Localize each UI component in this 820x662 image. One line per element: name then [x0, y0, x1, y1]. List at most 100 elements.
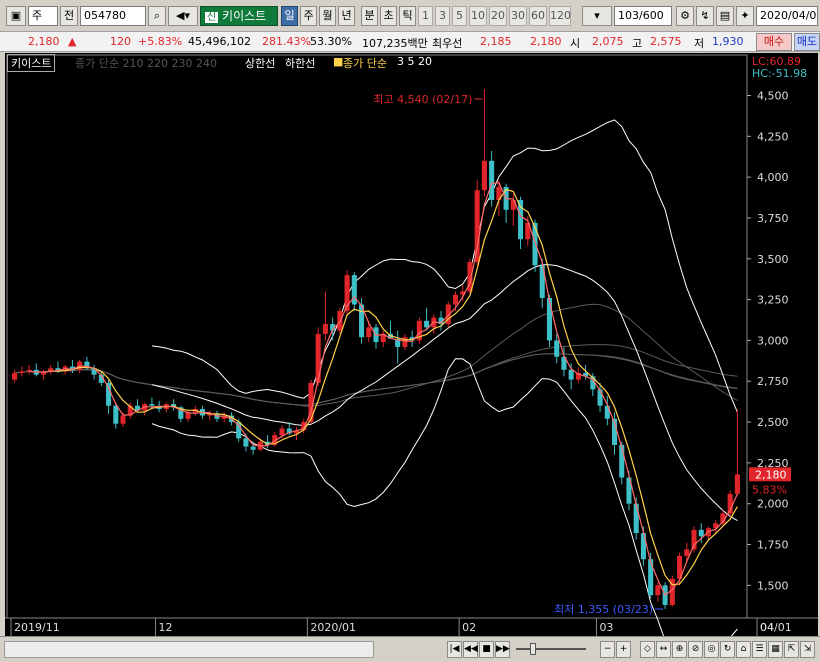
current-price: 2,180: [28, 35, 60, 48]
legend-lower[interactable]: 하한선: [285, 55, 315, 71]
new-badge: 신: [205, 12, 219, 23]
best-ask-label: 최우선: [432, 37, 463, 50]
y-tick-label-2: 2,000: [757, 498, 789, 511]
hc-label: HC:-51.98: [752, 67, 807, 80]
period-tab-0[interactable]: 일: [281, 6, 298, 26]
period-tab-1[interactable]: 주: [300, 6, 317, 26]
legend-ma-square-icon: ■: [333, 55, 344, 68]
scroll-prev-icon[interactable]: ◀◀: [463, 641, 478, 658]
price-chart[interactable]: 1,500 1,750 2,000 2,250 2,500 2,750 3,000 3,250…: [5, 53, 818, 636]
candle-body-95: [698, 529, 704, 537]
quote-bar: 2,180 ▲ 120 +5.83% 45,496,102 281.43% 53…: [0, 32, 820, 52]
candle-body-81: [597, 389, 603, 406]
x-tick-label-2: 2020/01: [310, 621, 356, 634]
volume-ratio: 281.43%: [262, 35, 311, 48]
buy-button[interactable]: 매수: [756, 33, 792, 51]
market-type-select[interactable]: 주: [28, 6, 58, 26]
y-tick-label-9: 3,750: [757, 212, 789, 225]
date-field[interactable]: 2020/04/01: [756, 6, 818, 26]
legend-upper[interactable]: 상한선: [245, 55, 275, 71]
zoom-out-icon[interactable]: −: [600, 641, 615, 658]
zoom-slider-handle[interactable]: [530, 643, 536, 655]
legend-ma[interactable]: 종가 단순: [343, 55, 387, 71]
candle-body-49: [366, 327, 372, 338]
tool-i-icon[interactable]: ▦: [768, 641, 783, 658]
candle-body-15: [120, 415, 126, 424]
candle-body-54: [402, 337, 408, 347]
volume: 45,496,102: [188, 35, 251, 48]
tool-b-icon[interactable]: ↔: [656, 641, 671, 658]
tool-g-icon[interactable]: ⌂: [736, 641, 751, 658]
trade-amount: 107,235백만: [362, 37, 428, 50]
period-tab-3[interactable]: 년: [338, 6, 355, 26]
long-ma-line-0: [14, 303, 738, 407]
scroll-next-icon[interactable]: ▶▶: [495, 641, 510, 658]
grid-settings-icon[interactable]: ⚙: [676, 6, 694, 26]
candle-body-65: [481, 160, 487, 191]
interval-button-2[interactable]: 5: [452, 6, 467, 26]
candle-body-43: [322, 324, 328, 334]
y-tick-label-0: 1,500: [757, 579, 789, 592]
interval-button-1[interactable]: 3: [435, 6, 450, 26]
stock-code-input[interactable]: 054780: [80, 6, 146, 26]
interval-dropdown[interactable]: ▾: [582, 6, 612, 26]
prefix-button[interactable]: 전: [60, 6, 78, 26]
save-icon[interactable]: ▤: [716, 6, 734, 26]
tool-a-icon[interactable]: ◇: [640, 641, 655, 658]
candle-body-47: [351, 275, 357, 305]
tool-c-icon[interactable]: ⊕: [672, 641, 687, 658]
candle-body-13: [106, 382, 112, 406]
tool-e-icon[interactable]: ◎: [704, 641, 719, 658]
horizontal-scrollbar[interactable]: [4, 641, 374, 658]
candle-body-88: [648, 559, 654, 596]
sell-button[interactable]: 매도: [794, 33, 820, 51]
period-tab-5[interactable]: 초: [380, 6, 397, 26]
candle-body-77: [568, 369, 574, 380]
interval-button-5[interactable]: 30: [509, 6, 527, 26]
y-tick-label-1: 1,750: [757, 539, 789, 552]
sound-icon[interactable]: ◀▾: [168, 6, 198, 26]
scroll-first-icon[interactable]: |◀: [447, 641, 462, 658]
interval-button-6[interactable]: 60: [529, 6, 547, 26]
count-field[interactable]: 103/600: [614, 6, 672, 26]
zoom-in-icon[interactable]: +: [616, 641, 631, 658]
zoom-slider[interactable]: [516, 648, 586, 650]
price-change: 120: [110, 35, 131, 48]
legend-stock[interactable]: 키이스트: [7, 54, 56, 72]
candle-body-1: [19, 371, 25, 374]
y-tick-label-8: 3,500: [757, 253, 789, 266]
legend-bollinger[interactable]: 종가 단순 210 220 230 240: [75, 55, 217, 71]
high-price: 2,575: [650, 35, 682, 48]
period-tab-2[interactable]: 월: [319, 6, 336, 26]
low-label: 저: [694, 37, 705, 50]
y-tick-label-7: 3,250: [757, 294, 789, 307]
candle-body-32: [243, 438, 249, 447]
interval-button-7[interactable]: 120: [549, 6, 571, 26]
long-ma-line-3: [14, 353, 738, 406]
interval-button-3[interactable]: 10: [469, 6, 487, 26]
candle-body-42: [315, 333, 321, 383]
open-label: 시: [570, 37, 581, 50]
period-tab-4[interactable]: 분: [361, 6, 378, 26]
tool-f-icon[interactable]: ↻: [720, 641, 735, 658]
candle-body-69: [510, 199, 516, 210]
change-percent: +5.83%: [138, 35, 183, 48]
chart-type-icon[interactable]: ↯: [696, 6, 714, 26]
tool-j-icon[interactable]: ⇱: [784, 641, 799, 658]
count-value: 103: [618, 9, 639, 22]
tool-h-icon[interactable]: ☰: [752, 641, 767, 658]
tool-d-icon[interactable]: ⊘: [688, 641, 703, 658]
candle-body-57: [424, 320, 430, 328]
stop-icon[interactable]: ■: [479, 641, 494, 658]
candle-body-86: [633, 503, 639, 534]
stock-name-box[interactable]: 신 키이스트: [200, 6, 278, 26]
high-label: 고: [632, 37, 643, 50]
chart-window-icon[interactable]: ▣: [6, 6, 26, 26]
settings-icon[interactable]: ✦: [736, 6, 754, 26]
search-icon[interactable]: ⌕: [148, 6, 166, 26]
interval-button-0[interactable]: 1: [418, 6, 433, 26]
tool-k-icon[interactable]: ⇲: [800, 641, 815, 658]
interval-button-4[interactable]: 20: [489, 6, 507, 26]
high-annotation: 최고 4,540 (02/17): [373, 93, 472, 106]
period-tab-6[interactable]: 틱: [399, 6, 416, 26]
